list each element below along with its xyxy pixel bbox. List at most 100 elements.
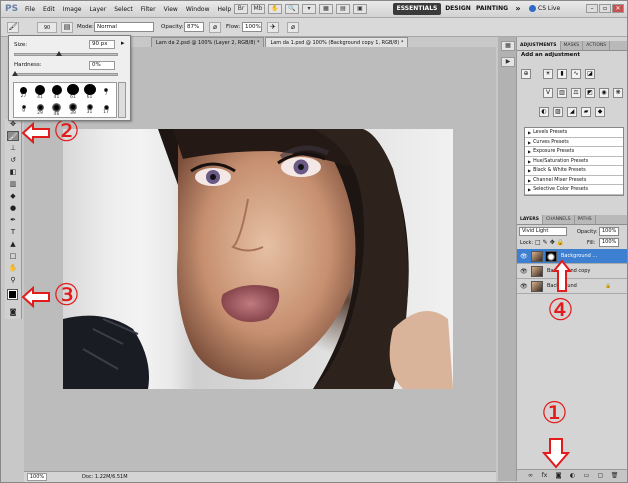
menu-select[interactable]: Select <box>114 6 133 13</box>
workspace-design[interactable]: DESIGN <box>445 3 471 15</box>
layer-style-icon[interactable]: fx <box>540 472 549 480</box>
brush-preset[interactable]: 41 <box>49 84 64 100</box>
eye-icon[interactable]: 👁 <box>520 253 528 260</box>
brush-preset[interactable]: 27 <box>16 84 31 100</box>
tab-masks[interactable]: MASKS <box>561 41 584 50</box>
new-layer-icon[interactable]: ▢ <box>596 472 605 480</box>
menu-image[interactable]: Image <box>63 6 82 13</box>
history-brush-tool-icon[interactable]: ↺ <box>7 155 19 165</box>
minimize-icon[interactable]: – <box>586 4 598 13</box>
brush-preset[interactable]: 29 <box>33 101 48 117</box>
preset-item[interactable]: ▶ Curves Presets <box>525 138 623 147</box>
hue-saturation-icon[interactable]: ▥ <box>557 88 567 98</box>
vibrance-icon[interactable]: V <box>543 88 553 98</box>
eye-icon[interactable]: 👁 <box>520 268 528 275</box>
preset-item[interactable]: ▶ Channel Mixer Presets <box>525 176 623 185</box>
preset-item[interactable]: ▶ Black & White Presets <box>525 166 623 176</box>
tab-channels[interactable]: CHANNELS <box>543 215 575 224</box>
mode-select[interactable]: Normal <box>94 22 154 32</box>
minibridge-icon[interactable]: Mb <box>251 4 265 14</box>
size-slider[interactable] <box>14 51 118 56</box>
brightness-contrast-icon[interactable]: ☀ <box>543 69 553 79</box>
brush-grid-scrollbar[interactable] <box>118 82 126 118</box>
gradient-tool-icon[interactable]: ▥ <box>7 179 19 189</box>
photo-filter-icon[interactable]: ◉ <box>599 88 609 98</box>
brush-preset[interactable]: 39 <box>66 101 81 117</box>
actions-panel-icon[interactable]: ▶ <box>501 57 515 67</box>
quick-mask-icon[interactable]: ◙ <box>7 307 19 317</box>
menu-filter[interactable]: Filter <box>141 6 156 13</box>
delete-layer-icon[interactable]: 🗑 <box>610 472 619 480</box>
preset-item[interactable]: ▶ Levels Presets <box>525 128 623 138</box>
blend-mode-select[interactable]: Vivid Light <box>519 227 567 236</box>
menu-edit[interactable]: Edit <box>43 6 55 13</box>
clone-stamp-tool-icon[interactable]: ⊥ <box>7 143 19 153</box>
history-panel-icon[interactable]: ▦ <box>501 41 515 51</box>
size-field[interactable]: 90 px <box>89 40 115 49</box>
new-group-icon[interactable]: ▭ <box>582 472 591 480</box>
workspace-more-button[interactable]: » <box>514 3 522 15</box>
brush-panel-toggle-icon[interactable]: ▤ <box>61 22 73 33</box>
foreground-color-swatch[interactable] <box>7 289 18 300</box>
hardness-slider-knob[interactable] <box>12 71 18 76</box>
curves-icon[interactable]: ∿ <box>571 69 581 79</box>
threshold-icon[interactable]: ◢ <box>567 107 577 117</box>
hardness-slider[interactable] <box>12 71 118 76</box>
document-image[interactable] <box>63 129 453 389</box>
hand-icon[interactable]: ✋ <box>268 4 282 14</box>
invert-icon[interactable]: ◐ <box>539 107 549 117</box>
tab-lam-da-2[interactable]: Lam da 2.psd @ 100% (Layer 2, RGB/8) * <box>151 37 265 47</box>
workspace-essentials[interactable]: ESSENTIALS <box>393 3 441 15</box>
dodge-tool-icon[interactable]: ● <box>7 203 19 213</box>
gradient-map-icon[interactable]: ▰ <box>581 107 591 117</box>
tab-layers[interactable]: LAYERS <box>517 215 543 224</box>
flow-field[interactable]: 100% <box>242 22 262 32</box>
close-icon[interactable]: ✕ <box>612 4 624 13</box>
cs-live-button[interactable]: CS Live <box>529 5 560 12</box>
menu-file[interactable]: File <box>25 6 35 13</box>
shape-tool-icon[interactable]: □ <box>7 251 19 261</box>
adjustment-layer-icon[interactable]: ⊕ <box>521 69 531 79</box>
size-slider-knob[interactable] <box>55 51 62 56</box>
channel-mixer-icon[interactable]: ❋ <box>613 88 623 98</box>
opacity-field[interactable]: 87% <box>184 22 204 32</box>
bridge-icon[interactable]: Br <box>234 4 248 14</box>
gear-icon[interactable]: ▸ <box>121 39 125 47</box>
pen-tool-icon[interactable]: ✒ <box>7 215 19 225</box>
brush-preset-picker[interactable]: 90 <box>37 22 57 33</box>
new-adjustment-icon[interactable]: ◐ <box>568 472 577 480</box>
brush-preset[interactable]: 41 <box>33 84 48 100</box>
tab-lam-da-1[interactable]: Lam da 1.psd @ 100% (Background copy 1, … <box>265 37 409 47</box>
workspace-painting[interactable]: PAINTING <box>476 3 508 15</box>
fill-field[interactable]: 100% <box>599 238 619 247</box>
layer-row-background[interactable]: 👁 Background 🔒 <box>517 279 627 294</box>
path-selection-tool-icon[interactable]: ▲ <box>7 239 19 249</box>
hand-tool-icon[interactable]: ✋ <box>7 263 19 273</box>
eraser-tool-icon[interactable]: ◧ <box>7 167 19 177</box>
brush-preset[interactable]: 31 <box>82 101 97 117</box>
menu-layer[interactable]: Layer <box>89 6 106 13</box>
preset-item[interactable]: ▶ Exposure Presets <box>525 147 623 157</box>
airbrush-icon[interactable]: ✈ <box>267 22 279 33</box>
add-mask-icon[interactable]: ◙ <box>554 472 563 480</box>
brush-tool-preset-icon[interactable]: 🖌 <box>7 22 19 33</box>
lock-icons[interactable]: □✎✥🔒 <box>535 239 566 246</box>
levels-icon[interactable]: ▮ <box>557 69 567 79</box>
brush-preset[interactable]: 7 <box>99 84 114 100</box>
zoom-level-icon[interactable]: ▾ <box>302 4 316 14</box>
zoom-tool-icon[interactable]: ⚲ <box>7 275 19 285</box>
layer-opacity-field[interactable]: 100% <box>599 227 619 236</box>
blur-tool-icon[interactable]: ◆ <box>7 191 19 201</box>
brush-preset[interactable]: 9 <box>16 101 31 117</box>
hardness-field[interactable]: 0% <box>89 61 115 70</box>
extras-icon[interactable]: ▦ <box>319 4 333 14</box>
arrange-icon[interactable]: ▤ <box>336 4 350 14</box>
menu-view[interactable]: View <box>164 6 178 13</box>
black-white-icon[interactable]: ◩ <box>585 88 595 98</box>
tab-actions[interactable]: ACTIONS <box>583 41 611 50</box>
posterize-icon[interactable]: ▨ <box>553 107 563 117</box>
brush-preset[interactable]: 61 <box>82 84 97 100</box>
preset-item[interactable]: ▶ Selective Color Presets <box>525 185 623 195</box>
brush-preset[interactable]: 17 <box>99 101 114 117</box>
layer-row-background-copy[interactable]: 👁 Background copy <box>517 264 627 279</box>
